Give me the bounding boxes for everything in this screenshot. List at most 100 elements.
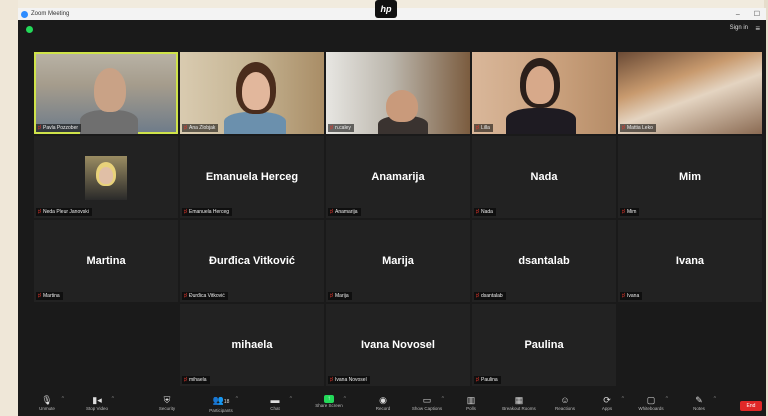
participant-name-label: ♯ Ana Zlobjak <box>182 124 219 132</box>
chevron-up-icon[interactable]: ^ <box>236 396 238 402</box>
participant-tile[interactable]: Đurđica Vitković ♯ Đurđica Vitković <box>180 220 324 302</box>
participant-face <box>242 72 270 110</box>
chevron-up-icon[interactable]: ^ <box>62 396 64 402</box>
mic-muted-icon: ♯ <box>330 209 333 215</box>
participant-tile[interactable]: Ivana Novosel ♯ Ivana Novosel <box>326 304 470 386</box>
end-meeting-button[interactable]: End <box>740 401 762 411</box>
mic-muted-icon: ♯ <box>622 293 625 299</box>
sign-in-link[interactable]: Sign in <box>730 25 748 31</box>
chevron-up-icon[interactable]: ^ <box>112 396 114 402</box>
participant-display-name: Ivana Novosel <box>361 339 435 351</box>
mic-muted-icon: ♯ <box>330 125 333 131</box>
participant-name: Nada <box>481 209 493 215</box>
participant-name-label: ♯ Marija <box>328 292 352 300</box>
share-screen-icon: ↑ <box>324 395 334 403</box>
breakout-rooms-button[interactable]: ▦ Breakout Rooms <box>496 395 542 415</box>
participant-name-label: ♯ Martina <box>36 292 63 300</box>
unmute-button[interactable]: 🎙 Unmute ^ <box>24 395 70 415</box>
mic-muted-icon: ♯ <box>38 293 41 299</box>
participant-name: Emanuela Herceg <box>189 209 230 215</box>
toolbar-label: Polls <box>466 406 476 411</box>
breakout-rooms-icon: ▦ <box>514 395 524 405</box>
participant-figure <box>224 112 286 134</box>
mic-muted-icon: ♯ <box>476 293 479 299</box>
participant-name: dsantalab <box>481 293 503 299</box>
participant-name: Anamarija <box>335 209 358 215</box>
participants-count: 18 <box>223 399 230 405</box>
participant-tile[interactable]: ♯ Pavla Pozzober <box>34 52 178 134</box>
participant-tile[interactable]: Ivana ♯ Ivana <box>618 220 762 302</box>
participant-tile[interactable]: mihaela ♯ mihaela <box>180 304 324 386</box>
zoom-window: Zoom Meeting – ☐ Sign in ≡ ♯ Pavla Pozzob… <box>18 8 766 416</box>
participants-button[interactable]: 👥18 Participants ^ <box>198 395 244 415</box>
participant-name-label: ♯ n.caley <box>328 124 354 132</box>
participant-tile[interactable]: dsantalab ♯ dsantalab <box>472 220 616 302</box>
participant-tile[interactable]: ♯ Lilla <box>472 52 616 134</box>
participant-tile[interactable]: Martina ♯ Martina <box>34 220 178 302</box>
encryption-shield-icon[interactable] <box>26 26 33 33</box>
polls-button[interactable]: ▥ Polls <box>448 395 494 415</box>
notes-icon: ✎ <box>695 395 703 405</box>
participant-display-name: Nada <box>530 171 558 183</box>
zoom-app-icon <box>21 10 28 18</box>
participant-name: Mattia Leko <box>627 125 653 131</box>
record-button[interactable]: ◉ Record <box>360 395 406 415</box>
toolbar-label: Security <box>158 406 176 411</box>
share-screen-button[interactable]: ↑ Share Screen ^ <box>306 395 352 415</box>
monitor-bezel-left <box>0 0 18 416</box>
participant-tile[interactable]: Mim ♯ Mim <box>618 136 762 218</box>
participant-name-label: ♯ Anamarija <box>328 208 361 216</box>
chevron-up-icon[interactable]: ^ <box>290 396 292 402</box>
participants-icon: 👥18 <box>212 395 230 405</box>
participant-tile[interactable]: Nada ♯ Nada <box>472 136 616 218</box>
participant-name-label: ♯ Mim <box>620 208 640 216</box>
participant-tile[interactable]: ♯ Neda Pleur Janovski <box>34 136 178 218</box>
reactions-icon: ☺ <box>560 395 570 405</box>
chevron-up-icon[interactable]: ^ <box>442 396 444 402</box>
participant-name-label: ♯ Paulina <box>474 376 501 384</box>
notes-button[interactable]: ✎ Notes ^ <box>676 395 722 415</box>
reactions-button[interactable]: ☺ Reactions <box>542 395 588 415</box>
participant-figure <box>506 108 576 134</box>
chevron-up-icon[interactable]: ^ <box>344 396 346 402</box>
participant-name: Martina <box>43 293 60 299</box>
participant-tile[interactable]: Marija ♯ Marija <box>326 220 470 302</box>
security-button[interactable]: ⛨ Security <box>144 395 190 415</box>
participant-display-name: Paulina <box>524 339 564 351</box>
toolbar-label: Show Captions <box>411 406 443 411</box>
participant-name-label: ♯ Mattia Leko <box>620 124 656 132</box>
participant-name: Đurđica Vitković <box>189 293 225 299</box>
participant-tile[interactable]: ♯ Ana Zlobjak <box>180 52 324 134</box>
record-icon: ◉ <box>379 395 387 405</box>
gallery-grid: ♯ Pavla Pozzober ♯ Ana Zlobjak ♯ n.caley ♯ L… <box>34 52 762 388</box>
microphone-off-icon: 🎙 <box>41 395 53 405</box>
hamburger-icon[interactable]: ≡ <box>755 24 760 33</box>
show-captions-button[interactable]: ▭ Show Captions ^ <box>404 395 450 415</box>
participant-tile[interactable]: Emanuela Herceg ♯ Emanuela Herceg <box>180 136 324 218</box>
meeting-header: Sign in ≡ <box>18 20 766 38</box>
stop-video-button[interactable]: ▮◂ Stop Video ^ <box>74 395 120 415</box>
chevron-up-icon[interactable]: ^ <box>622 396 624 402</box>
participant-name: Ivana <box>627 293 640 299</box>
chat-button[interactable]: ▬ Chat ^ <box>252 395 298 415</box>
whiteboards-button[interactable]: ▢ Whiteboards ^ <box>628 395 674 415</box>
participant-name-label: ♯ mihaela <box>182 376 210 384</box>
toolbar-label: Participants <box>209 408 233 413</box>
apps-button[interactable]: ⟳ Apps ^ <box>584 395 630 415</box>
participant-tile[interactable]: Anamarija ♯ Anamarija <box>326 136 470 218</box>
participant-name-label: ♯ Đurđica Vitković <box>182 292 228 300</box>
chevron-up-icon[interactable]: ^ <box>714 396 716 402</box>
participant-name-label: ♯ Emanuela Herceg <box>182 208 233 216</box>
participant-tile[interactable]: Paulina ♯ Paulina <box>472 304 616 386</box>
maximize-button[interactable]: ☐ <box>754 10 760 18</box>
shield-icon: ⛨ <box>163 395 171 405</box>
participant-name-label: ♯ Pavla Pozzober <box>36 124 82 132</box>
participant-tile[interactable]: ♯ n.caley <box>326 52 470 134</box>
participant-tile[interactable]: ♯ Mattia Leko <box>618 52 762 134</box>
mic-muted-icon: ♯ <box>184 293 187 299</box>
mic-muted-icon: ♯ <box>184 125 187 131</box>
participant-display-name: Anamarija <box>371 171 425 183</box>
participant-name-label: ♯ Ivana <box>620 292 643 300</box>
minimize-button[interactable]: – <box>736 11 740 18</box>
chevron-up-icon[interactable]: ^ <box>666 396 668 402</box>
